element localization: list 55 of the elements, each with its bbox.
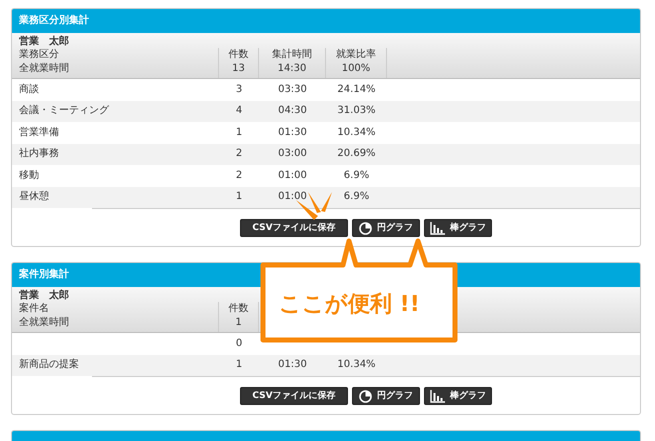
- table-cell: 1: [236, 191, 242, 202]
- table-cell: 20.69%: [337, 148, 376, 160]
- total-cell: 14:30: [278, 63, 306, 75]
- table-cell: 昼休憩: [19, 191, 49, 202]
- table-cell: 01:30: [278, 126, 307, 138]
- pie-chart-icon: [359, 390, 372, 402]
- bar-chart-icon: [430, 222, 445, 234]
- table-cell: 新商品の提案: [19, 359, 79, 370]
- table-cell: 03:30: [278, 84, 307, 95]
- table-cell: 1: [236, 126, 242, 138]
- table-cell: 1: [236, 359, 242, 370]
- table-cell: 01:00: [278, 170, 307, 181]
- pie-chart-button[interactable]: 円グラフ: [352, 387, 420, 405]
- table-cell: 03:00: [278, 148, 307, 160]
- total-cell: 全就業時間: [19, 63, 69, 75]
- table-cell: 24.14%: [337, 84, 376, 95]
- total-cell: 1: [235, 317, 242, 329]
- table-cell: 31.03%: [337, 105, 376, 116]
- bar-chart-icon: [430, 390, 445, 402]
- total-cell: 100%: [342, 63, 370, 75]
- table-cell: 01:00: [278, 191, 307, 202]
- table-cell: 2: [236, 148, 242, 160]
- column-header: 集計時間: [272, 49, 312, 61]
- csv-save-button[interactable]: CSVファイルに保存: [240, 219, 348, 237]
- total-cell: 全就業時間: [19, 317, 69, 329]
- table-cell: 0: [236, 338, 242, 349]
- column-header: 案件名: [19, 303, 49, 315]
- table-cell: 10.34%: [337, 359, 376, 370]
- pie-chart-icon: [359, 222, 372, 234]
- table-cell: 2: [236, 170, 242, 181]
- table-cell: 社内事務: [19, 148, 59, 160]
- pie-chart-button[interactable]: 円グラフ: [352, 219, 420, 237]
- table-cell: 移動: [19, 170, 39, 181]
- table-cell: 10.34%: [337, 126, 376, 138]
- panel-title: 業務区分別集計: [12, 9, 640, 33]
- user-name: 営業 太郎: [19, 36, 69, 47]
- user-name: 営業 太郎: [19, 290, 69, 301]
- bar-chart-button[interactable]: 棒グラフ: [424, 219, 492, 237]
- table-cell: 3: [236, 84, 242, 95]
- table-cell: 04:30: [278, 105, 307, 116]
- table-cell: 6.9%: [344, 191, 370, 202]
- table-cell: 6.9%: [344, 170, 370, 181]
- table-cell: 4: [236, 105, 242, 116]
- csv-save-button[interactable]: CSVファイルに保存: [240, 387, 348, 405]
- column-header: 就業比率: [336, 49, 376, 61]
- table-cell: 営業準備: [19, 126, 59, 138]
- bar-chart-button[interactable]: 棒グラフ: [424, 387, 492, 405]
- table-cell: 01:30: [278, 359, 307, 370]
- column-header: 件数: [228, 49, 248, 61]
- column-header: 業務区分: [19, 49, 59, 61]
- callout-text: ここが便利 !!: [279, 291, 420, 319]
- column-header: 件数: [228, 303, 248, 315]
- table-cell: 会議・ミーティング: [19, 105, 109, 116]
- table-cell: 商談: [19, 84, 39, 95]
- total-cell: 13: [232, 63, 245, 75]
